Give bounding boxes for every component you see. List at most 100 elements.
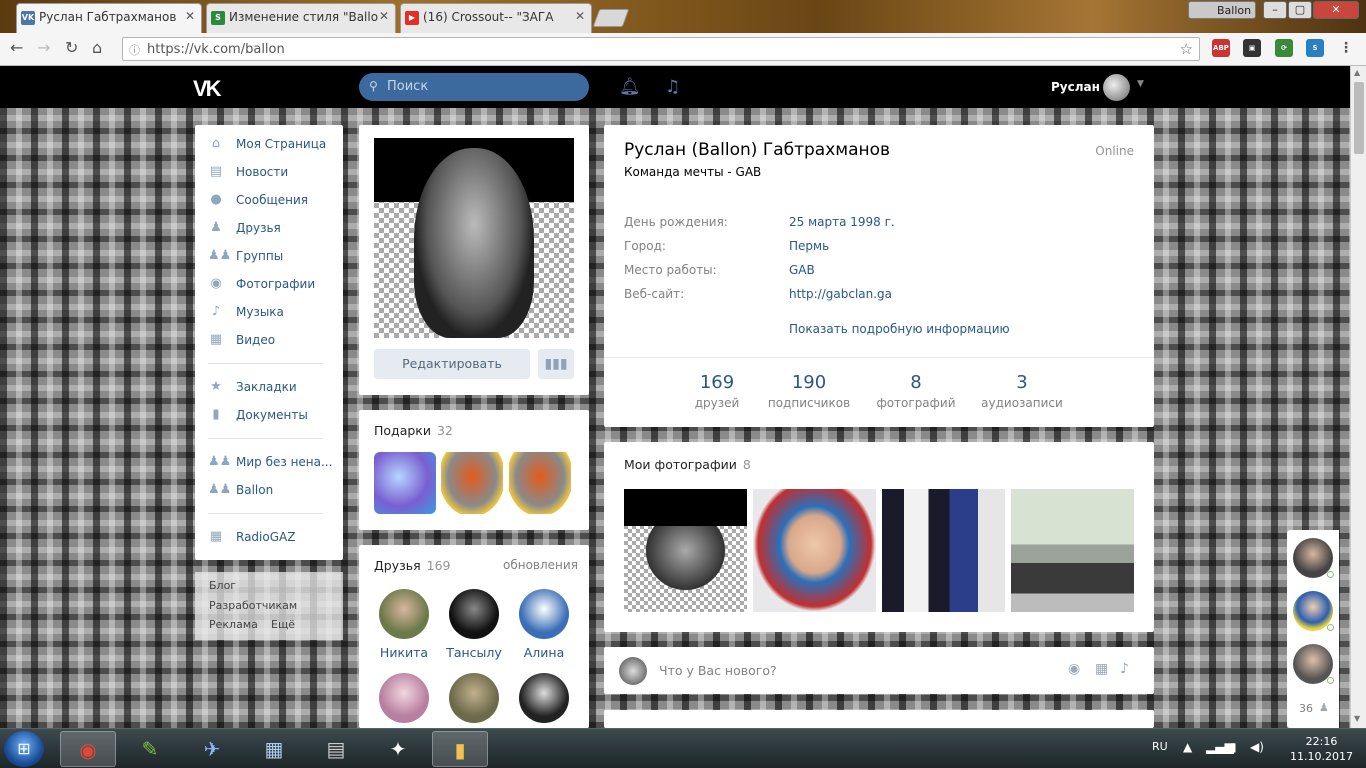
sidebar-item-music[interactable]: ♪ Музыка <box>208 302 338 324</box>
friends-updates-link[interactable]: обновления <box>503 558 578 572</box>
counter-audio[interactable]: 3 аудиозаписи <box>976 372 1068 410</box>
back-icon[interactable]: ← <box>10 38 23 57</box>
sidebar-item-group-mir[interactable]: ♟♟ Мир без нена... <box>208 452 338 474</box>
minimize-button[interactable]: – <box>1263 1 1287 19</box>
city-value[interactable]: Пермь <box>789 239 829 253</box>
app-taskbar-button[interactable]: ▤ <box>308 731 364 767</box>
sidebar-item-friends[interactable]: ♟ Друзья <box>208 218 338 240</box>
profile-photo[interactable] <box>374 138 574 338</box>
chevron-down-icon[interactable]: ▼ <box>1137 79 1144 89</box>
music-icon[interactable]: ♫ <box>665 77 680 97</box>
adblock-icon[interactable]: ABP <box>1212 39 1230 57</box>
tab-stylish[interactable]: S Изменение стиля "Ballo ✕ <box>206 3 396 33</box>
search-input[interactable]: ⚲ Поиск <box>359 73 589 101</box>
notepad-taskbar-button[interactable]: ✎ <box>122 731 178 767</box>
friend-item[interactable]: Тансылу <box>444 589 504 660</box>
sidebar-item-radiogaz[interactable]: ▦ RadioGAZ <box>208 527 338 549</box>
post-input[interactable]: Что у Вас нового? <box>659 663 777 678</box>
new-tab-button[interactable] <box>592 9 630 27</box>
website-link[interactable]: http://gabclan.ga <box>789 287 892 301</box>
photo-thumbnail[interactable] <box>753 489 876 612</box>
counter-friends[interactable]: 169 друзей <box>687 372 747 410</box>
language-indicator[interactable]: RU <box>1152 740 1168 753</box>
close-icon[interactable]: ✕ <box>575 9 585 23</box>
sidebar-item-bookmarks[interactable]: ★ Закладки <box>208 377 338 399</box>
sidebar-item-documents[interactable]: ▮ Документы <box>208 405 338 427</box>
tab-youtube[interactable]: ▶ (16) Crossout-- "ЗАГА ✕ <box>400 3 592 33</box>
friend-item[interactable] <box>514 673 574 723</box>
work-value[interactable]: GAB <box>789 263 815 277</box>
sidebar-item-messages[interactable]: ● Сообщения <box>208 190 338 212</box>
clock[interactable]: 22:16 11.10.2017 <box>1290 734 1353 764</box>
chrome-taskbar-button[interactable]: ◉ <box>60 731 116 767</box>
footer-link-more[interactable]: Ещё <box>271 618 295 631</box>
sidebar-item-group-ballon[interactable]: ♟♟ Ballon <box>208 480 338 502</box>
address-bar[interactable]: ⓘ https://vk.com/ballon ☆ <box>122 37 1200 61</box>
scroll-up-icon[interactable]: ▲ <box>1354 68 1360 77</box>
edit-profile-button[interactable]: Редактировать <box>374 349 530 379</box>
vk-logo[interactable]: VK <box>193 76 222 102</box>
start-button[interactable]: ⊞ <box>4 731 44 767</box>
birthday-value[interactable]: 25 марта 1998 г. <box>789 215 895 229</box>
close-icon[interactable]: ✕ <box>185 9 195 23</box>
scrollbar-thumb[interactable] <box>1354 82 1364 154</box>
chevron-up-icon[interactable]: ▲ <box>1183 740 1192 754</box>
footer-link-devs[interactable]: Разработчикам <box>209 599 297 612</box>
new-post-card: Что у Вас нового? ◉ ▦ ♪ <box>604 647 1154 694</box>
extension-icon[interactable]: ▣ <box>1243 39 1261 57</box>
tab-vk-profile[interactable]: VK Руслан Габтрахманов ✕ <box>16 3 202 33</box>
gift-image[interactable] <box>509 452 571 514</box>
stats-icon[interactable]: ▮▮▮ <box>538 349 574 379</box>
avatar[interactable] <box>1103 74 1130 101</box>
app-taskbar-button[interactable]: ✦ <box>370 731 426 767</box>
menu-icon[interactable]: ⋮ <box>1337 39 1355 57</box>
sidebar-item-groups[interactable]: ♟♟ Группы <box>208 246 338 268</box>
sidebar-item-video[interactable]: ▦ Видео <box>208 330 338 352</box>
close-icon[interactable]: ✕ <box>379 9 389 23</box>
footer-link-ads[interactable]: Реклама <box>209 618 258 631</box>
window-close-button[interactable]: ✕ <box>1313 1 1359 19</box>
info-icon[interactable]: ⓘ <box>129 42 140 58</box>
volume-icon[interactable]: ◀) <box>1250 740 1264 754</box>
photo-thumbnail[interactable] <box>1011 489 1134 612</box>
photo-thumbnail[interactable] <box>882 489 1005 612</box>
camera-icon[interactable]: ◉ <box>1068 661 1080 677</box>
forward-icon[interactable]: → <box>37 38 50 57</box>
extension-icon[interactable]: ⟳ <box>1275 39 1293 57</box>
bell-icon[interactable]: 🔔︎ <box>619 77 641 97</box>
header-user-name[interactable]: Руслан <box>1051 80 1100 94</box>
friend-item[interactable]: Никита <box>374 589 434 660</box>
sidebar-item-photos[interactable]: ◉ Фотографии <box>208 274 338 296</box>
online-count[interactable]: 36 <box>1299 702 1313 715</box>
scroll-down-icon[interactable]: ▼ <box>1354 714 1360 723</box>
counter-followers[interactable]: 190 подписчиков <box>764 372 854 410</box>
gifts-header[interactable]: Подарки 32 <box>374 423 453 438</box>
friends-header[interactable]: Друзья 169 <box>374 558 451 573</box>
friend-item[interactable] <box>374 673 434 723</box>
photos-header[interactable]: Мои фотографии 8 <box>624 457 751 472</box>
calculator-taskbar-button[interactable]: ▦ <box>246 731 302 767</box>
profile-button[interactable]: Ballon <box>1188 1 1256 19</box>
profile-status[interactable]: Команда мечты - GAB <box>624 165 761 179</box>
friend-item[interactable]: Алина <box>514 589 574 660</box>
scrollbar[interactable]: ▲ ▼ <box>1350 66 1366 728</box>
explorer-taskbar-button[interactable]: ▮ <box>432 731 488 767</box>
music-icon[interactable]: ♪ <box>1120 661 1129 677</box>
app-taskbar-button[interactable]: ✈ <box>184 731 240 767</box>
home-icon[interactable]: ⌂ <box>92 38 102 57</box>
bookmark-star-icon[interactable]: ☆ <box>1180 40 1193 58</box>
photo-thumbnail[interactable] <box>624 489 747 612</box>
stylish-extension-icon[interactable]: S <box>1306 39 1324 57</box>
video-icon[interactable]: ▦ <box>1095 661 1108 677</box>
counter-photos[interactable]: 8 фотографий <box>876 372 956 410</box>
reload-icon[interactable]: ↻ <box>65 38 78 57</box>
battery-icon[interactable]: ▮ <box>1230 740 1237 754</box>
gift-image[interactable] <box>441 452 503 514</box>
footer-link-blog[interactable]: Блог <box>209 579 236 592</box>
show-more-info-link[interactable]: Показать подробную информацию <box>789 322 1010 336</box>
maximize-button[interactable]: ▢ <box>1288 1 1312 19</box>
sidebar-item-my-page[interactable]: ⌂ Моя Страница <box>208 134 338 156</box>
gift-image[interactable] <box>374 452 436 514</box>
friend-item[interactable] <box>444 673 504 723</box>
sidebar-item-news[interactable]: ▤ Новости <box>208 162 338 184</box>
